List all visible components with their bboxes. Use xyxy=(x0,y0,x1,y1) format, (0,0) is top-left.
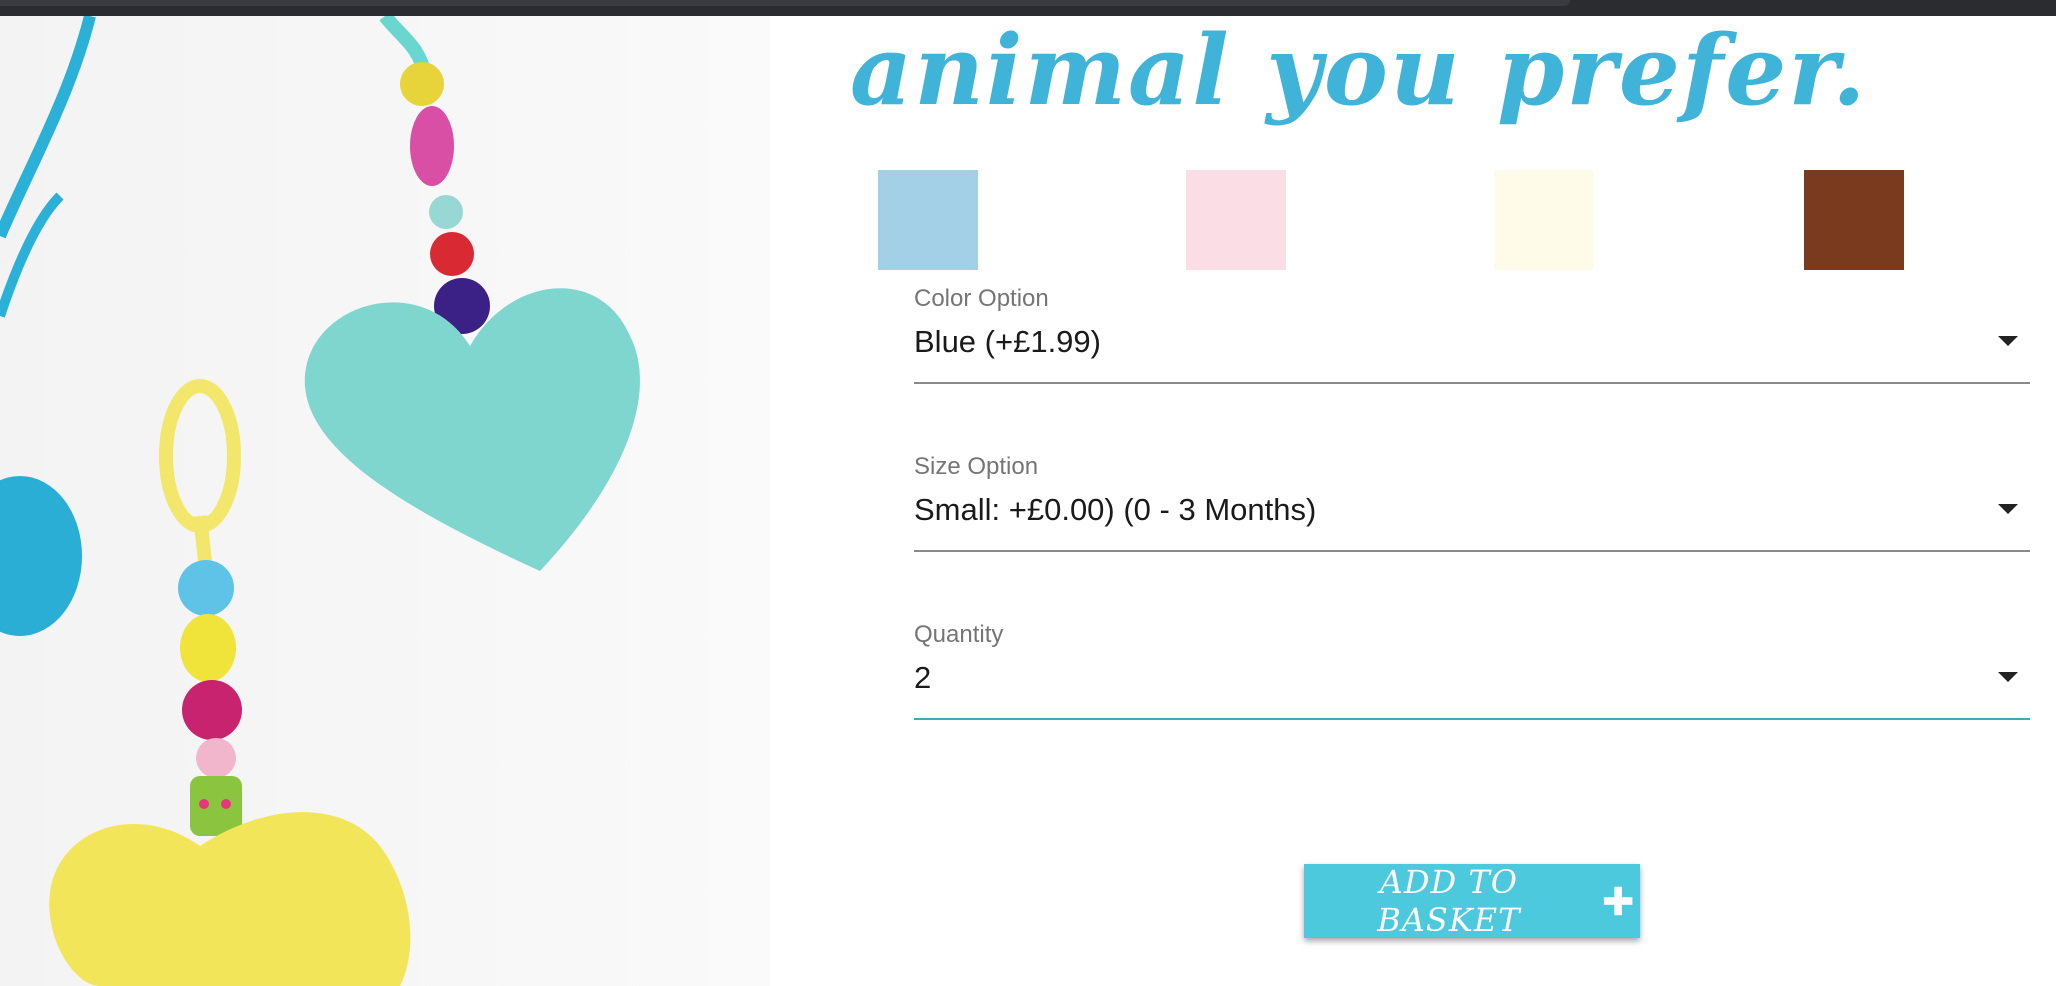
swatch-cream[interactable] xyxy=(1494,170,1594,270)
color-option-field: Color Option Blue (+£1.99) xyxy=(914,284,2030,414)
color-option-value: Blue (+£1.99) xyxy=(914,324,1101,359)
bead-pink xyxy=(410,106,454,186)
quantity-label: Quantity xyxy=(914,621,1004,648)
plus-icon xyxy=(1603,886,1633,916)
swatch-pink[interactable] xyxy=(1186,170,1286,270)
yellow-knit-heart xyxy=(49,812,411,986)
quantity-field: Quantity 2 xyxy=(914,620,2030,750)
bead-yellow xyxy=(180,614,236,682)
yarn-strand xyxy=(0,16,96,239)
heart-string xyxy=(193,515,212,562)
bead-mint xyxy=(429,195,463,229)
bead-red xyxy=(430,232,474,276)
size-option-value: Small: +£0.00) (0 - 3 Months) xyxy=(914,492,1317,527)
bead-dot xyxy=(221,799,231,809)
blue-knit-heart-edge xyxy=(0,476,82,636)
product-image xyxy=(0,16,770,986)
chevron-down-icon xyxy=(1998,672,2018,682)
heart-loop xyxy=(159,379,241,533)
knitted-hearts-photo xyxy=(0,16,640,986)
quantity-value: 2 xyxy=(914,660,932,695)
bead-magenta xyxy=(182,680,242,740)
add-to-basket-label: ADD TO BASKET xyxy=(1377,863,1521,939)
quantity-select[interactable]: 2 xyxy=(914,650,2030,720)
chevron-down-icon xyxy=(1998,336,2018,346)
page-heading: animal you prefer. xyxy=(850,14,1868,127)
size-option-label: Size Option xyxy=(914,453,1039,480)
color-option-select[interactable]: Blue (+£1.99) xyxy=(914,314,2030,384)
bead-light-pink xyxy=(196,738,236,778)
size-option-field: Size Option Small: +£0.00) (0 - 3 Months… xyxy=(914,452,2030,582)
size-option-select[interactable]: Small: +£0.00) (0 - 3 Months) xyxy=(914,482,2030,552)
color-option-label: Color Option xyxy=(914,285,1049,312)
bead-light-blue xyxy=(178,560,234,616)
bead-dot xyxy=(199,799,209,809)
chevron-down-icon xyxy=(1998,504,2018,514)
swatch-blue[interactable] xyxy=(878,170,978,270)
bead-green xyxy=(190,776,242,836)
bead-yellow xyxy=(400,62,444,106)
add-to-basket-button[interactable]: ADD TO BASKET xyxy=(1304,863,1640,939)
swatch-brown[interactable] xyxy=(1804,170,1904,270)
